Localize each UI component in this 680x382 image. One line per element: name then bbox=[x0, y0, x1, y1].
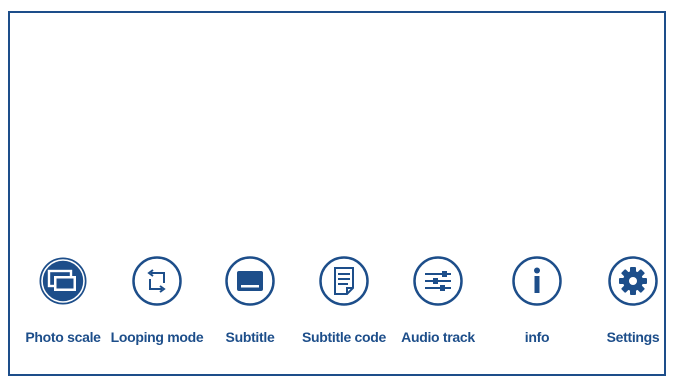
menu-item-settings[interactable]: Settings bbox=[583, 255, 680, 355]
menu-item-subtitle[interactable]: Subtitle bbox=[200, 255, 300, 355]
photo-scale-icon[interactable] bbox=[37, 255, 89, 307]
looping-mode-icon[interactable] bbox=[131, 255, 183, 307]
menu-item-looping-mode[interactable]: Looping mode bbox=[107, 255, 207, 355]
menu-label-photo-scale: Photo scale bbox=[25, 329, 101, 345]
menu-label-looping-mode: Looping mode bbox=[110, 329, 204, 345]
info-icon[interactable] bbox=[511, 255, 563, 307]
audio-track-icon[interactable] bbox=[412, 255, 464, 307]
subtitle-code-icon[interactable] bbox=[318, 255, 370, 307]
menu-label-settings: Settings bbox=[606, 329, 660, 345]
subtitle-icon[interactable] bbox=[224, 255, 276, 307]
top-caption bbox=[0, 0, 320, 3]
menu-label-info: info bbox=[524, 329, 550, 345]
menu-item-photo-scale[interactable]: Photo scale bbox=[13, 255, 113, 355]
menu-item-subtitle-code[interactable]: Subtitle code bbox=[294, 255, 394, 355]
menu-label-audio-track: Audio track bbox=[401, 329, 475, 345]
menu-label-subtitle: Subtitle bbox=[225, 329, 275, 345]
menu-label-subtitle-code: Subtitle code bbox=[302, 329, 386, 345]
settings-icon[interactable] bbox=[607, 255, 659, 307]
menu-item-info[interactable]: info bbox=[487, 255, 587, 355]
menu-item-audio-track[interactable]: Audio track bbox=[388, 255, 488, 355]
